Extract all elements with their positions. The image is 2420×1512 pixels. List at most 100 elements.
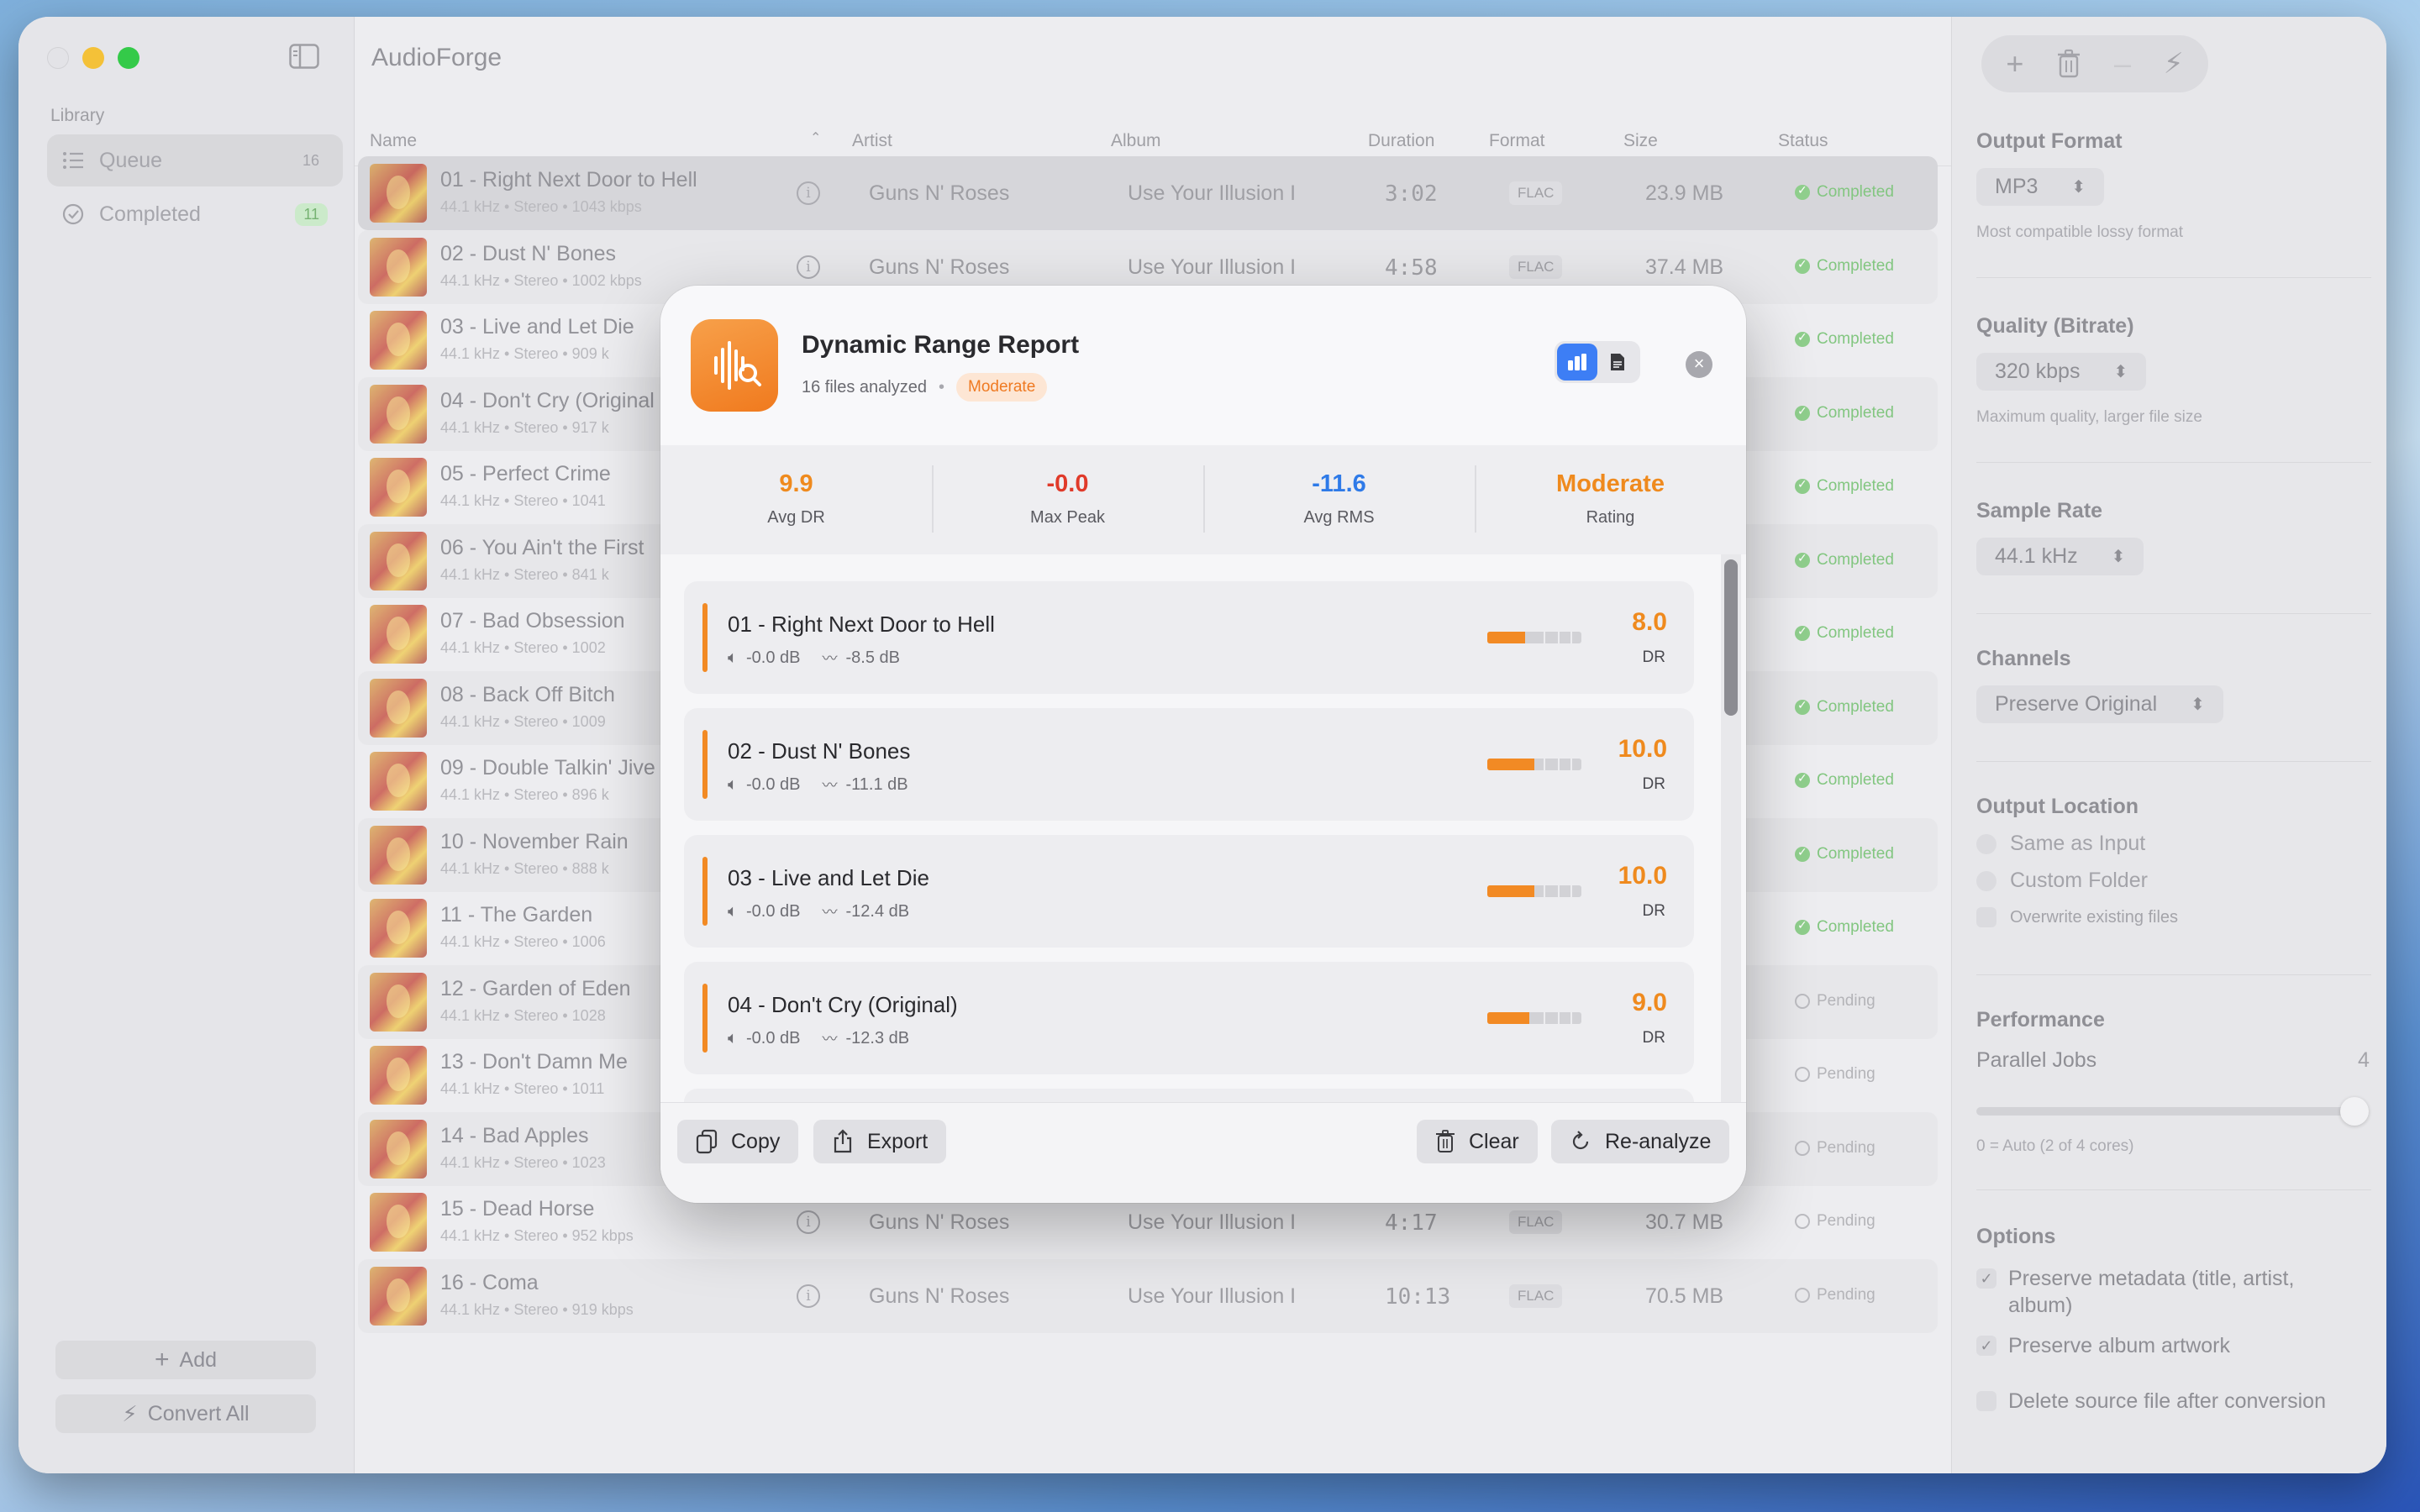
clear-button-label: Clear: [1469, 1129, 1519, 1153]
accent-bar: [702, 984, 708, 1053]
bar-chart-icon: [1568, 354, 1586, 370]
stat-rating: Moderate Rating: [1475, 445, 1746, 554]
track-dr-card[interactable]: 01 - Right Next Door to Hell 🔈︎ -0.0 dB 〰 -8…: [684, 581, 1694, 694]
track-levels: 🔈︎ -0.0 dB 〰 -12.4 dB: [728, 900, 909, 922]
copy-icon: [696, 1129, 718, 1154]
dynamic-range-report-dialog: Dynamic Range Report 16 files analyzed •…: [660, 286, 1746, 1203]
speaker-icon: 🔈︎: [728, 774, 738, 794]
close-icon: ×: [1693, 353, 1705, 374]
text-view-button[interactable]: [1597, 344, 1638, 381]
track-levels: 🔈︎ -0.0 dB 〰 -11.1 dB: [728, 774, 908, 795]
clear-button[interactable]: Clear: [1417, 1120, 1538, 1163]
accent-bar: [702, 857, 708, 926]
rating-badge: Moderate: [956, 373, 1048, 402]
peak-value: -0.0 dB: [746, 901, 801, 921]
dr-meter: [1487, 632, 1581, 643]
track-dr-card[interactable]: [684, 1089, 1694, 1102]
stat-label: Max Peak: [1030, 508, 1105, 527]
close-dialog-button[interactable]: ×: [1686, 351, 1712, 378]
dr-meter-tick: [1570, 632, 1572, 643]
accent-bar: [702, 603, 708, 672]
dr-meter-tick: [1544, 759, 1546, 770]
track-title: 01 - Right Next Door to Hell: [728, 612, 995, 637]
reanalyze-button[interactable]: Re-analyze: [1551, 1120, 1730, 1163]
rms-value: -11.1 dB: [845, 774, 908, 794]
separator-dot: •: [938, 377, 944, 396]
peak-value: -0.0 dB: [746, 648, 801, 667]
peak-value: -0.0 dB: [746, 774, 801, 794]
speaker-icon: 🔈︎: [728, 648, 738, 667]
accent-bar: [702, 730, 708, 799]
view-toggle: [1555, 341, 1640, 383]
dr-meter-tick: [1558, 632, 1560, 643]
stat-label: Rating: [1586, 508, 1635, 527]
stat-value: Moderate: [1556, 470, 1665, 497]
track-levels: 🔈︎ -0.0 dB 〰 -8.5 dB: [728, 647, 900, 669]
stat-avg-rms: -11.6 Avg RMS: [1203, 445, 1475, 554]
rms-value: -12.3 dB: [845, 1028, 910, 1047]
dr-meter: [1487, 1012, 1581, 1024]
peak-value: -0.0 dB: [746, 1028, 801, 1047]
waveform-search-icon: [691, 319, 778, 412]
refresh-icon: [1572, 1131, 1589, 1150]
waveform-icon: 〰: [822, 1031, 838, 1047]
dr-label: DR: [1642, 902, 1665, 920]
copy-button[interactable]: Copy: [677, 1120, 799, 1163]
rms-value: -12.4 dB: [845, 901, 910, 921]
share-icon: [834, 1129, 852, 1153]
summary-stats: 9.9 Avg DR -0.0 Max Peak -11.6 Avg RMS M…: [660, 445, 1746, 554]
track-dr-card[interactable]: 04 - Don't Cry (Original) 🔈︎ -0.0 dB 〰 -12.3…: [684, 962, 1694, 1074]
dr-meter: [1487, 885, 1581, 897]
trash-icon: [1436, 1130, 1455, 1152]
files-analyzed-text: 16 files analyzed: [802, 377, 927, 396]
track-dr-list[interactable]: 01 - Right Next Door to Hell 🔈︎ -0.0 dB 〰 -8…: [660, 554, 1746, 1102]
dr-meter-tick: [1544, 1012, 1546, 1024]
dr-label: DR: [1642, 648, 1665, 666]
dr-meter-fill: [1487, 885, 1534, 897]
reanalyze-button-label: Re-analyze: [1605, 1129, 1712, 1153]
speaker-icon: 🔈︎: [728, 1028, 738, 1047]
dialog-title: Dynamic Range Report: [802, 331, 1080, 359]
waveform-icon: 〰: [822, 777, 838, 794]
dr-label: DR: [1642, 775, 1665, 793]
waveform-icon: 〰: [822, 904, 838, 921]
copy-button-label: Copy: [731, 1129, 781, 1153]
chart-view-button[interactable]: [1557, 344, 1597, 381]
dialog-subtitle: 16 files analyzed • Moderate: [802, 373, 1048, 402]
dr-value: 8.0: [1632, 608, 1667, 636]
stat-label: Avg DR: [767, 508, 825, 527]
stat-value: -0.0: [1046, 470, 1089, 497]
stat-value: 9.9: [779, 470, 813, 497]
track-title: 04 - Don't Cry (Original): [728, 992, 958, 1017]
stat-value: -11.6: [1312, 470, 1366, 497]
dialog-footer: Copy Export Clear Re-analyze: [660, 1102, 1746, 1203]
dr-value: 10.0: [1618, 862, 1667, 890]
dr-meter-tick: [1544, 885, 1546, 897]
dr-meter-tick: [1570, 759, 1572, 770]
track-levels: 🔈︎ -0.0 dB 〰 -12.3 dB: [728, 1027, 909, 1049]
dr-meter-tick: [1558, 885, 1560, 897]
dr-meter: [1487, 759, 1581, 770]
dr-label: DR: [1642, 1029, 1665, 1047]
scrollbar-thumb[interactable]: [1724, 559, 1738, 716]
dr-value: 9.0: [1632, 989, 1667, 1016]
dr-meter-tick: [1544, 632, 1546, 643]
stat-max-peak: -0.0 Max Peak: [932, 445, 1203, 554]
document-icon: [1611, 354, 1624, 370]
dialog-header: Dynamic Range Report 16 files analyzed •…: [660, 286, 1746, 445]
dr-meter-fill: [1487, 759, 1534, 770]
track-title: 03 - Live and Let Die: [728, 865, 929, 890]
dr-meter-tick: [1570, 885, 1572, 897]
dr-meter-tick: [1570, 1012, 1572, 1024]
track-dr-card[interactable]: 02 - Dust N' Bones 🔈︎ -0.0 dB 〰 -11.1 dB 10.0…: [684, 708, 1694, 821]
waveform-icon: 〰: [822, 650, 838, 667]
track-dr-card[interactable]: 03 - Live and Let Die 🔈︎ -0.0 dB 〰 -12.4 dB 1…: [684, 835, 1694, 948]
speaker-icon: 🔈︎: [728, 901, 738, 921]
stat-label: Avg RMS: [1303, 508, 1375, 527]
export-button[interactable]: Export: [813, 1120, 947, 1163]
rms-value: -8.5 dB: [845, 648, 900, 667]
export-button-label: Export: [867, 1129, 929, 1153]
dr-meter-tick: [1558, 1012, 1560, 1024]
stat-avg-dr: 9.9 Avg DR: [660, 445, 932, 554]
dr-meter-tick: [1558, 759, 1560, 770]
